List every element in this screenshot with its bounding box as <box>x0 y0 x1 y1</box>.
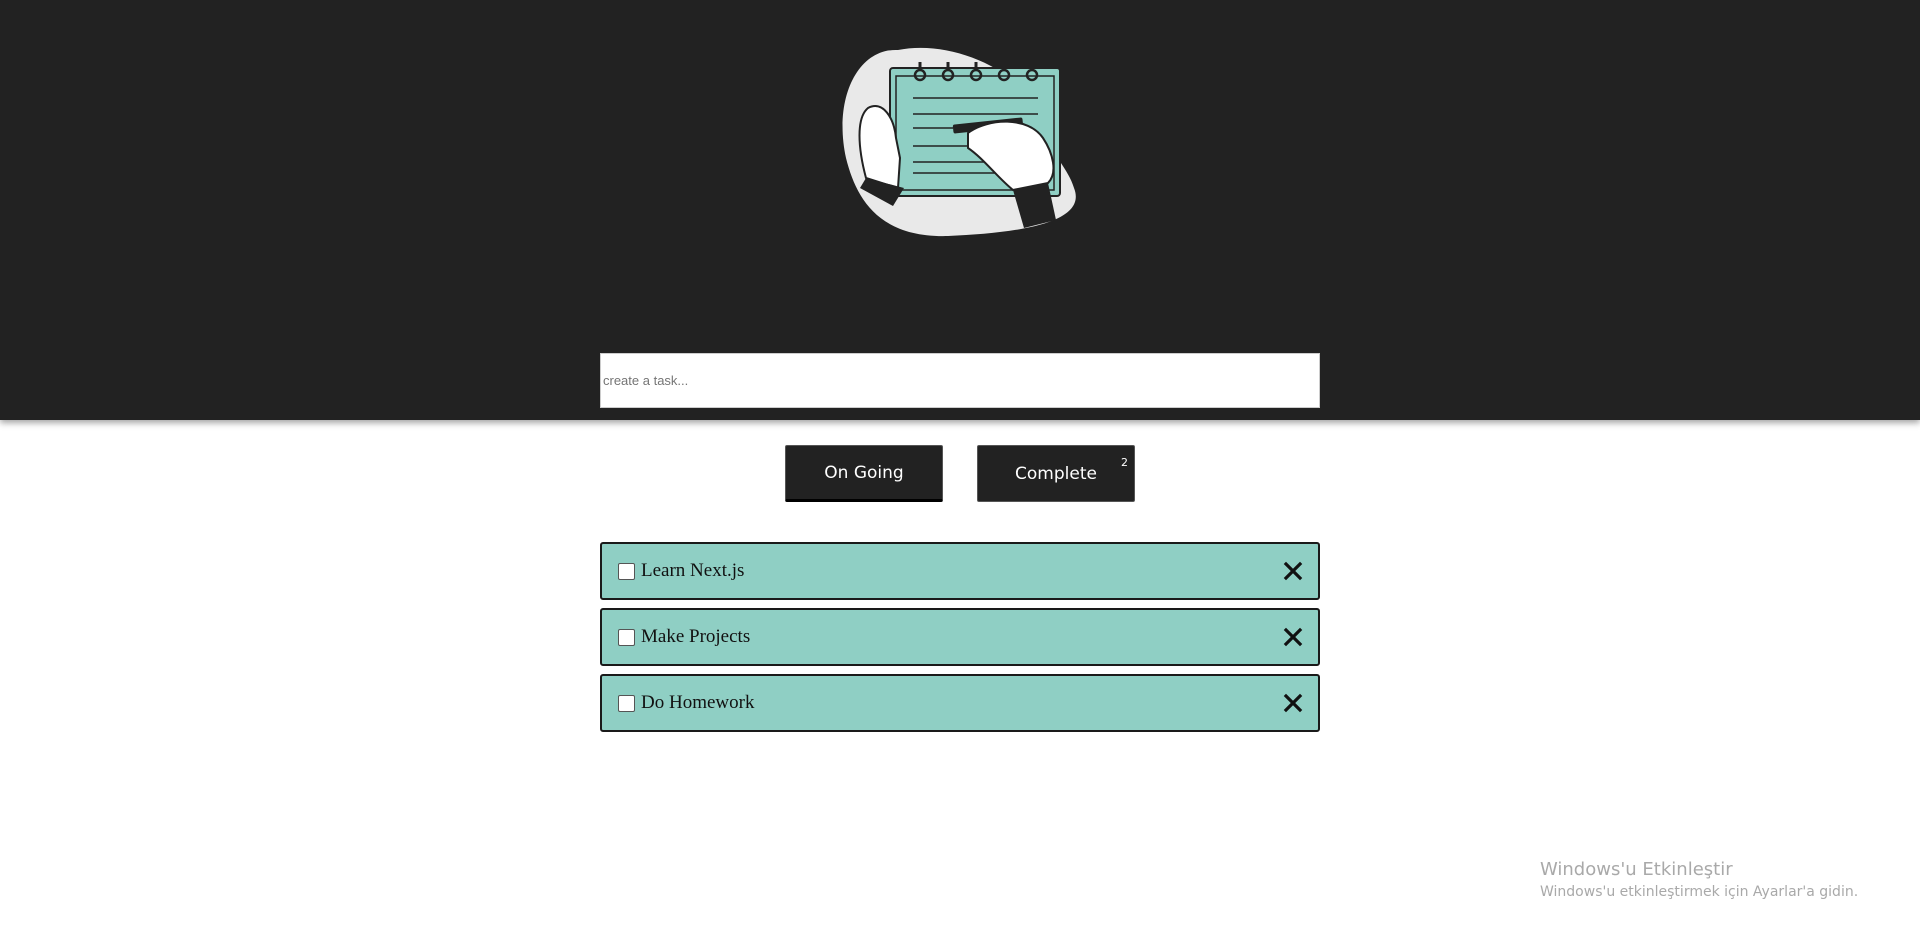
tab-complete[interactable]: Complete 2 <box>977 445 1135 502</box>
todo-checkbox[interactable] <box>618 562 635 580</box>
todo-item: Learn Next.js <box>600 542 1320 600</box>
todo-text: Learn Next.js <box>641 560 745 581</box>
close-icon[interactable] <box>1282 560 1304 582</box>
notepad-writing-illustration <box>842 47 1076 237</box>
close-icon[interactable] <box>1282 692 1304 714</box>
create-task-input[interactable] <box>600 353 1320 408</box>
todo-item: Do Homework <box>600 674 1320 732</box>
tab-complete-label: Complete <box>1015 463 1097 484</box>
todo-item: Make Projects <box>600 608 1320 666</box>
close-icon[interactable] <box>1282 626 1304 648</box>
todo-checkbox[interactable] <box>618 628 635 646</box>
tab-on-going[interactable]: On Going <box>785 445 943 502</box>
todo-text: Do Homework <box>641 692 755 713</box>
watermark-subtitle: Windows'u etkinleştirmek için Ayarlar'a … <box>1540 884 1859 900</box>
watermark-title: Windows'u Etkinleştir <box>1540 859 1733 880</box>
complete-count-badge: 2 <box>1121 456 1128 469</box>
todo-text: Make Projects <box>641 626 751 647</box>
todo-list: Learn Next.js Make Projects Do Homework <box>600 542 1320 740</box>
windows-activation-watermark: Windows'u Etkinleştir Windows'u etkinleş… <box>1540 858 1858 902</box>
tab-on-going-label: On Going <box>824 462 904 483</box>
todo-checkbox[interactable] <box>618 694 635 712</box>
